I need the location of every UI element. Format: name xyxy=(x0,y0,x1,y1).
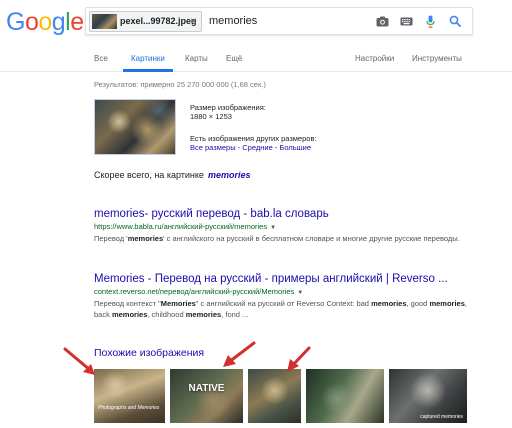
microphone-icon[interactable] xyxy=(422,13,438,29)
result-snippet: Перевод 'memories' с английского на русс… xyxy=(94,233,474,244)
other-sizes-label: Есть изображения других размеров: xyxy=(190,134,317,143)
caret-down-icon[interactable]: ▼ xyxy=(297,290,303,296)
similar-image-caption: captured memories xyxy=(420,414,463,420)
tab-all[interactable]: Все xyxy=(94,54,108,63)
google-logo[interactable]: Google xyxy=(6,10,84,35)
image-query-chip[interactable]: pexel...99782.jpeg × xyxy=(89,11,202,32)
logo-letter: e xyxy=(70,8,84,36)
tab-maps[interactable]: Карты xyxy=(185,54,208,63)
large-sizes-link[interactable]: Большие xyxy=(279,143,311,152)
tab-images[interactable]: Картинки xyxy=(131,54,165,63)
search-icon[interactable] xyxy=(447,13,463,29)
snippet-text: , good xyxy=(406,299,430,308)
image-size-value: 1880 × 1253 xyxy=(190,112,232,121)
tab-more[interactable]: Ещё xyxy=(226,54,242,63)
all-sizes-link[interactable]: Все размеры xyxy=(190,143,236,152)
query-image-thumbnail xyxy=(92,14,117,29)
snippet-highlight: memories xyxy=(127,234,164,243)
size-links: Все размеры - Средние - Большие xyxy=(190,143,317,152)
medium-sizes-link[interactable]: Средние xyxy=(242,143,272,152)
close-icon[interactable]: × xyxy=(190,14,197,29)
similar-image[interactable]: Photographs and Memories xyxy=(93,368,166,424)
result-title[interactable]: memories- русский перевод - bab.la слова… xyxy=(94,208,474,220)
snippet-highlight: memories xyxy=(185,310,222,319)
logo-letter: g xyxy=(51,8,66,36)
active-tab-indicator xyxy=(123,69,173,72)
snippet-text: Перевод ' xyxy=(94,234,128,243)
annotation-arrow-icon xyxy=(287,346,311,372)
snippet-text: , childhood xyxy=(147,310,186,319)
snippet-text: ' с английского на русский в бесплатном … xyxy=(163,234,460,243)
result-snippet: Перевод контекст "Memories" с английский… xyxy=(94,298,474,320)
similar-images-heading[interactable]: Похожие изображения xyxy=(94,347,204,359)
similar-image-caption: Photographs and Memories xyxy=(98,405,160,411)
similar-image[interactable]: captured memories xyxy=(388,368,468,424)
snippet-highlight: memories xyxy=(429,299,465,308)
result-url: context.reverso.net/перевод/английский-р… xyxy=(94,287,474,296)
logo-letter: o xyxy=(38,8,52,36)
snippet-highlight: memories xyxy=(111,310,148,319)
best-guess: Скорее всего, на картинке memories xyxy=(94,170,250,180)
logo-letter: o xyxy=(24,8,39,36)
snippet-text: " с английский на русский от Reverso Con… xyxy=(195,299,372,308)
snippet-text: Перевод контекст " xyxy=(94,299,161,308)
tab-tools[interactable]: Инструменты xyxy=(412,54,462,63)
image-size-label: Размер изображения: xyxy=(190,103,266,112)
annotation-arrow-icon xyxy=(223,341,256,367)
best-guess-term[interactable]: memories xyxy=(208,170,251,180)
result-url: https://www.babla.ru/английский-русский/… xyxy=(94,222,474,231)
snippet-highlight: Memories xyxy=(160,299,196,308)
result-url-text: context.reverso.net/перевод/английский-р… xyxy=(94,287,295,296)
header: Google pexel...99782.jpeg × memories xyxy=(0,0,512,44)
result-stats: Результатов: примерно 25 270 000 000 (1,… xyxy=(94,80,266,89)
tab-settings[interactable]: Настройки xyxy=(355,54,394,63)
search-input[interactable]: memories xyxy=(209,15,257,27)
keyboard-icon[interactable] xyxy=(398,13,414,29)
snippet-text: , fond ... xyxy=(221,310,249,319)
similar-image[interactable] xyxy=(247,368,302,424)
similar-image-caption: NATIVE xyxy=(188,383,225,394)
snippet-highlight: memories xyxy=(371,299,407,308)
search-tabs: Все Картинки Карты Ещё Настройки Инструм… xyxy=(0,44,512,72)
logo-letter: G xyxy=(6,8,25,36)
result-title[interactable]: Memories - Перевод на русский - примеры … xyxy=(94,273,474,285)
query-image-preview[interactable] xyxy=(94,99,176,155)
query-image-filename: pexel...99782.jpeg xyxy=(120,16,197,26)
similar-image[interactable]: NATIVE xyxy=(169,368,244,424)
result-url-text: https://www.babla.ru/английский-русский/… xyxy=(94,222,268,231)
other-sizes: Есть изображения других размеров: Все ра… xyxy=(190,134,317,152)
search-box[interactable]: pexel...99782.jpeg × memories xyxy=(85,7,473,35)
image-size-info: Размер изображения: 1880 × 1253 xyxy=(190,103,266,121)
annotation-arrow-icon xyxy=(63,347,95,375)
caret-down-icon[interactable]: ▼ xyxy=(270,225,276,231)
search-result: memories- русский перевод - bab.la слова… xyxy=(94,208,474,244)
search-result: Memories - Перевод на русский - примеры … xyxy=(94,273,474,320)
similar-image[interactable] xyxy=(305,368,385,424)
camera-icon[interactable] xyxy=(374,13,390,29)
best-guess-prefix: Скорее всего, на картинке xyxy=(94,170,204,180)
